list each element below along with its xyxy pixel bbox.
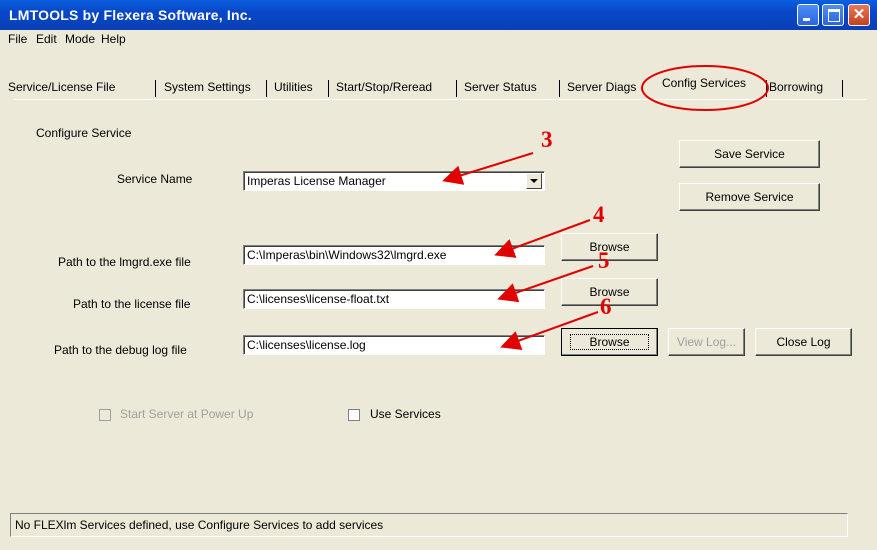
tab-divider <box>559 80 560 97</box>
tab-server-status[interactable]: Server Status <box>464 76 537 98</box>
section-title: Configure Service <box>36 126 132 140</box>
annotation-label-3: 3 <box>541 127 553 152</box>
tab-start-stop-reread[interactable]: Start/Stop/Reread <box>336 76 432 98</box>
tab-divider <box>766 80 767 97</box>
tab-system-settings[interactable]: System Settings <box>164 76 251 98</box>
title-bar: LMTOOLS by Flexera Software, Inc. ✕ <box>0 0 877 30</box>
menu-bar: File Edit Mode Help <box>0 30 877 48</box>
service-name-combobox[interactable]: Imperas License Manager <box>243 171 545 191</box>
tab-service-license-file[interactable]: Service/License File <box>8 76 115 98</box>
lmgrd-path-input[interactable]: C:\Imperas\bin\Windows32\lmgrd.exe <box>243 245 545 265</box>
remove-service-button[interactable]: Remove Service <box>679 183 820 211</box>
browse-debug-log-button[interactable]: Browse <box>561 328 658 356</box>
debug-log-path-label: Path to the debug log file <box>54 343 187 357</box>
lmgrd-path-label: Path to the lmgrd.exe file <box>58 255 191 269</box>
license-path-input[interactable]: C:\licenses\license-float.txt <box>243 289 545 309</box>
start-at-power-up-checkbox[interactable] <box>99 409 111 421</box>
close-icon: ✕ <box>852 6 866 23</box>
save-service-button[interactable]: Save Service <box>679 140 820 168</box>
tab-utilities[interactable]: Utilities <box>274 76 313 98</box>
tab-divider <box>328 80 329 97</box>
use-services-checkbox[interactable] <box>348 409 360 421</box>
tab-divider <box>842 80 843 97</box>
chevron-down-icon[interactable] <box>526 173 542 189</box>
annotation-label-5: 5 <box>598 248 610 273</box>
minimize-button[interactable] <box>797 4 819 26</box>
close-log-button[interactable]: Close Log <box>755 328 852 356</box>
view-log-button[interactable]: View Log... <box>668 328 745 356</box>
use-services-label: Use Services <box>370 407 441 421</box>
browse-debug-log-label: Browse <box>570 334 649 350</box>
license-path-label: Path to the license file <box>73 297 191 311</box>
tab-divider <box>155 80 156 97</box>
menu-edit[interactable]: Edit <box>36 32 57 46</box>
debug-log-path-input[interactable]: C:\licenses\license.log <box>243 335 545 355</box>
tab-divider <box>266 80 267 97</box>
annotation-label-4: 4 <box>593 202 605 227</box>
tab-server-diags[interactable]: Server Diags <box>567 76 636 98</box>
start-at-power-up-label: Start Server at Power Up <box>120 407 254 421</box>
menu-file[interactable]: File <box>8 32 27 46</box>
service-name-value: Imperas License Manager <box>247 174 386 188</box>
tab-divider <box>456 80 457 97</box>
close-window-button[interactable]: ✕ <box>848 4 870 26</box>
browse-lmgrd-button[interactable]: Browse <box>561 233 658 261</box>
window-title: LMTOOLS by Flexera Software, Inc. <box>9 7 252 23</box>
tab-borrowing[interactable]: Borrowing <box>769 76 823 98</box>
annotation-label-6: 6 <box>600 294 612 319</box>
menu-mode[interactable]: Mode <box>65 32 95 46</box>
service-name-label: Service Name <box>117 172 193 186</box>
menu-help[interactable]: Help <box>101 32 126 46</box>
maximize-button[interactable] <box>822 4 844 26</box>
tab-config-services[interactable]: Config Services <box>662 72 746 94</box>
status-bar: No FLEXlm Services defined, use Configur… <box>10 513 848 537</box>
